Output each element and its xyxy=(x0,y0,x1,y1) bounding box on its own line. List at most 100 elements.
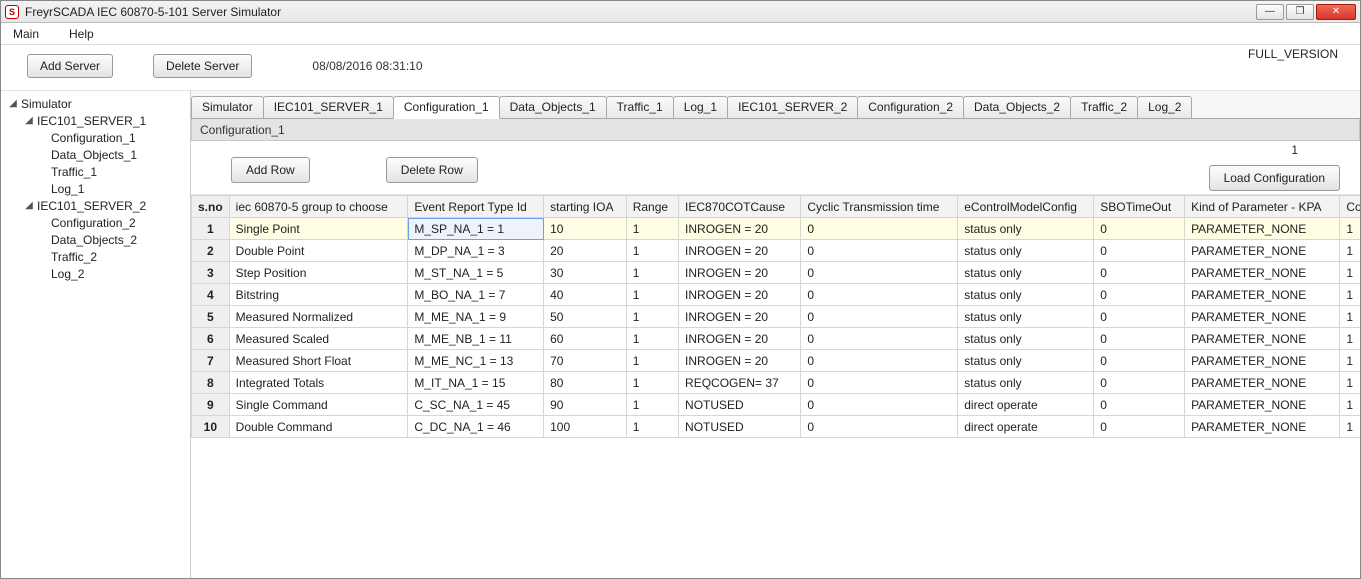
cell-kpa[interactable]: PARAMETER_NONE xyxy=(1185,284,1340,306)
cell-cyclic[interactable]: 0 xyxy=(801,218,958,240)
cell-event[interactable]: C_SC_NA_1 = 45 xyxy=(408,394,544,416)
menu-help[interactable]: Help xyxy=(63,24,100,44)
cell-cot[interactable]: INROGEN = 20 xyxy=(679,306,801,328)
cell-range[interactable]: 1 xyxy=(626,328,678,350)
cell-event[interactable]: M_DP_NA_1 = 3 xyxy=(408,240,544,262)
cell-range[interactable]: 1 xyxy=(626,372,678,394)
tree-toggle-icon[interactable]: ◢ xyxy=(23,200,35,211)
tree-item[interactable]: Traffic_2 xyxy=(3,248,188,265)
tab-data_objects_1[interactable]: Data_Objects_1 xyxy=(499,96,607,118)
cell-cot[interactable]: NOTUSED xyxy=(679,416,801,438)
cell-ca[interactable]: 1 xyxy=(1340,328,1360,350)
tree-root[interactable]: ◢Simulator xyxy=(3,95,188,112)
tree-server[interactable]: ◢IEC101_SERVER_2 xyxy=(3,197,188,214)
cell-event[interactable]: C_DC_NA_1 = 46 xyxy=(408,416,544,438)
tree-item[interactable]: Data_Objects_2 xyxy=(3,231,188,248)
column-header[interactable]: s.no xyxy=(192,196,230,218)
cell-group[interactable]: Measured Short Float xyxy=(229,350,408,372)
tree-item[interactable]: Log_2 xyxy=(3,265,188,282)
cell-sno[interactable]: 9 xyxy=(192,394,230,416)
cell-event[interactable]: M_IT_NA_1 = 15 xyxy=(408,372,544,394)
column-header[interactable]: Kind of Parameter - KPA xyxy=(1185,196,1340,218)
sidebar-tree[interactable]: ◢Simulator◢IEC101_SERVER_1Configuration_… xyxy=(1,91,191,578)
cell-cyclic[interactable]: 0 xyxy=(801,306,958,328)
cell-range[interactable]: 1 xyxy=(626,306,678,328)
cell-ca[interactable]: 1 xyxy=(1340,350,1360,372)
tree-toggle-icon[interactable]: ◢ xyxy=(7,98,19,109)
table-row[interactable]: 5Measured NormalizedM_ME_NA_1 = 9501INRO… xyxy=(192,306,1361,328)
minimize-button[interactable]: — xyxy=(1256,4,1284,20)
cell-ca[interactable]: 1 xyxy=(1340,262,1360,284)
tab-data_objects_2[interactable]: Data_Objects_2 xyxy=(963,96,1071,118)
cell-ctrl[interactable]: status only xyxy=(958,350,1094,372)
cell-sbo[interactable]: 0 xyxy=(1094,394,1185,416)
tree-item[interactable]: Configuration_1 xyxy=(3,129,188,146)
close-button[interactable]: ✕ xyxy=(1316,4,1356,20)
cell-kpa[interactable]: PARAMETER_NONE xyxy=(1185,262,1340,284)
cell-ctrl[interactable]: status only xyxy=(958,240,1094,262)
cell-cyclic[interactable]: 0 xyxy=(801,240,958,262)
tree-item[interactable]: Configuration_2 xyxy=(3,214,188,231)
table-row[interactable]: 3Step PositionM_ST_NA_1 = 5301INROGEN = … xyxy=(192,262,1361,284)
tree-toggle-icon[interactable]: ◢ xyxy=(23,115,35,126)
cell-ioa[interactable]: 60 xyxy=(544,328,627,350)
cell-event[interactable]: M_SP_NA_1 = 1 xyxy=(408,218,544,240)
tab-iec101_server_1[interactable]: IEC101_SERVER_1 xyxy=(263,96,394,118)
cell-range[interactable]: 1 xyxy=(626,284,678,306)
cell-ioa[interactable]: 20 xyxy=(544,240,627,262)
column-header[interactable]: eControlModelConfig xyxy=(958,196,1094,218)
cell-sno[interactable]: 5 xyxy=(192,306,230,328)
cell-sno[interactable]: 6 xyxy=(192,328,230,350)
tab-log_1[interactable]: Log_1 xyxy=(673,96,728,118)
tab-traffic_1[interactable]: Traffic_1 xyxy=(606,96,674,118)
cell-cyclic[interactable]: 0 xyxy=(801,350,958,372)
column-header[interactable]: IEC870COTCause xyxy=(679,196,801,218)
column-header[interactable]: iec 60870-5 group to choose xyxy=(229,196,408,218)
cell-ca[interactable]: 1 xyxy=(1340,284,1360,306)
cell-ioa[interactable]: 70 xyxy=(544,350,627,372)
cell-sno[interactable]: 1 xyxy=(192,218,230,240)
tree-item[interactable]: Data_Objects_1 xyxy=(3,146,188,163)
cell-cyclic[interactable]: 0 xyxy=(801,328,958,350)
column-header[interactable]: Common Address xyxy=(1340,196,1360,218)
cell-ioa[interactable]: 80 xyxy=(544,372,627,394)
cell-sbo[interactable]: 0 xyxy=(1094,350,1185,372)
cell-cot[interactable]: INROGEN = 20 xyxy=(679,218,801,240)
cell-kpa[interactable]: PARAMETER_NONE xyxy=(1185,394,1340,416)
cell-kpa[interactable]: PARAMETER_NONE xyxy=(1185,416,1340,438)
cell-group[interactable]: Double Point xyxy=(229,240,408,262)
column-header[interactable]: Event Report Type Id xyxy=(408,196,544,218)
table-row[interactable]: 9Single CommandC_SC_NA_1 = 45901NOTUSED0… xyxy=(192,394,1361,416)
cell-ioa[interactable]: 100 xyxy=(544,416,627,438)
cell-ctrl[interactable]: direct operate xyxy=(958,416,1094,438)
cell-cot[interactable]: REQCOGEN= 37 xyxy=(679,372,801,394)
table-row[interactable]: 1Single PointM_SP_NA_1 = 1101INROGEN = 2… xyxy=(192,218,1361,240)
cell-kpa[interactable]: PARAMETER_NONE xyxy=(1185,240,1340,262)
cell-cot[interactable]: INROGEN = 20 xyxy=(679,328,801,350)
cell-cyclic[interactable]: 0 xyxy=(801,284,958,306)
table-row[interactable]: 2Double PointM_DP_NA_1 = 3201INROGEN = 2… xyxy=(192,240,1361,262)
add-row-button[interactable]: Add Row xyxy=(231,157,310,183)
cell-group[interactable]: Single Command xyxy=(229,394,408,416)
tree-item[interactable]: Log_1 xyxy=(3,180,188,197)
cell-sbo[interactable]: 0 xyxy=(1094,262,1185,284)
cell-kpa[interactable]: PARAMETER_NONE xyxy=(1185,328,1340,350)
cell-event[interactable]: M_BO_NA_1 = 7 xyxy=(408,284,544,306)
config-grid[interactable]: s.noiec 60870-5 group to chooseEvent Rep… xyxy=(191,195,1360,438)
cell-ctrl[interactable]: direct operate xyxy=(958,394,1094,416)
cell-group[interactable]: Integrated Totals xyxy=(229,372,408,394)
add-server-button[interactable]: Add Server xyxy=(27,54,113,78)
cell-group[interactable]: Bitstring xyxy=(229,284,408,306)
cell-event[interactable]: M_ME_NB_1 = 11 xyxy=(408,328,544,350)
load-configuration-button[interactable]: Load Configuration xyxy=(1209,165,1340,191)
cell-sno[interactable]: 8 xyxy=(192,372,230,394)
cell-ctrl[interactable]: status only xyxy=(958,372,1094,394)
delete-server-button[interactable]: Delete Server xyxy=(153,54,252,78)
cell-group[interactable]: Measured Scaled xyxy=(229,328,408,350)
cell-range[interactable]: 1 xyxy=(626,416,678,438)
cell-sno[interactable]: 4 xyxy=(192,284,230,306)
cell-sbo[interactable]: 0 xyxy=(1094,328,1185,350)
cell-cot[interactable]: NOTUSED xyxy=(679,394,801,416)
table-row[interactable]: 4BitstringM_BO_NA_1 = 7401INROGEN = 200s… xyxy=(192,284,1361,306)
cell-sno[interactable]: 2 xyxy=(192,240,230,262)
